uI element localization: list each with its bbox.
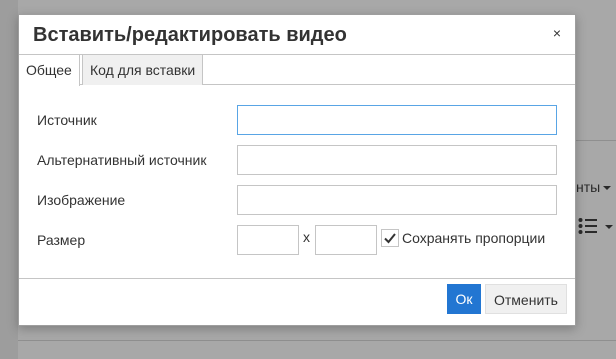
chevron-down-icon xyxy=(603,186,612,191)
constrain-proportions-checkbox[interactable] xyxy=(381,229,399,247)
alt-source-input[interactable] xyxy=(237,145,557,175)
dialog-header: Вставить/редактировать видео × xyxy=(19,15,575,55)
cancel-button[interactable]: Отменить xyxy=(485,284,567,314)
close-button[interactable]: × xyxy=(553,25,561,41)
bullet-list-icon xyxy=(578,218,597,234)
dialog-title: Вставить/редактировать видео xyxy=(33,24,347,46)
size-separator: x xyxy=(303,229,310,245)
list-dropdown-chevron-icon xyxy=(605,225,613,229)
source-input[interactable] xyxy=(237,105,557,135)
dialog-tabs: Общее Код для вставки xyxy=(19,55,575,86)
width-input[interactable] xyxy=(237,225,299,255)
constrain-proportions-label: Сохранять пропорции xyxy=(402,230,546,246)
background-menu-item: нты xyxy=(576,179,612,195)
background-menu-item-label: нты xyxy=(576,179,601,195)
checkmark-icon xyxy=(384,233,396,244)
tab-embed-code[interactable]: Код для вставки xyxy=(82,55,204,85)
ok-button[interactable]: Ок xyxy=(447,284,481,314)
tab-general[interactable]: Общее xyxy=(19,55,80,86)
poster-label: Изображение xyxy=(37,192,126,208)
insert-video-dialog: Вставить/редактировать видео × Общее Код… xyxy=(18,14,576,326)
background-left-strip xyxy=(0,0,18,359)
alt-source-label: Альтернативный источник xyxy=(37,152,207,168)
dialog-footer: Ок Отменить xyxy=(19,279,575,323)
size-label: Размер xyxy=(37,232,86,248)
general-form: Источник Альтернативный источник Изображ… xyxy=(19,85,575,279)
height-input[interactable] xyxy=(315,225,377,255)
poster-input[interactable] xyxy=(237,185,557,215)
source-label: Источник xyxy=(37,112,97,128)
background-editor-bottom-divider xyxy=(18,340,616,341)
background-toolbar-divider xyxy=(576,140,616,141)
